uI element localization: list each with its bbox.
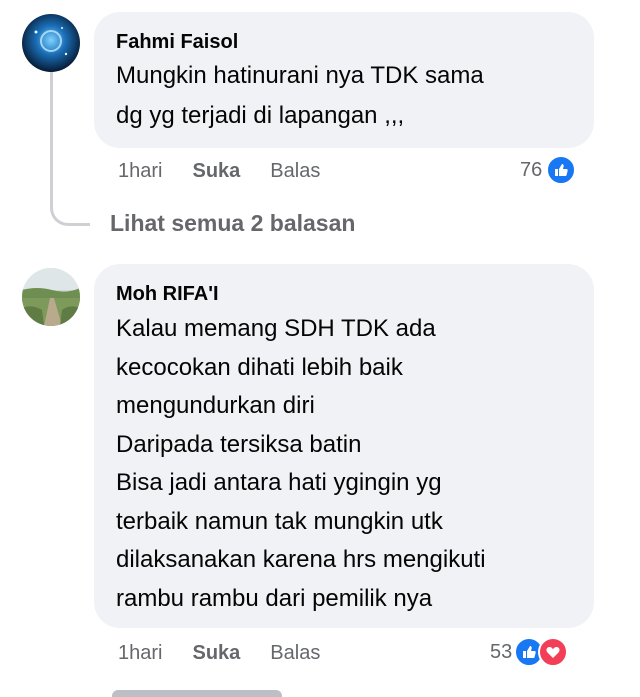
reaction-count: 53 [490, 640, 513, 663]
comment-time[interactable]: 1hari [118, 160, 162, 182]
comment-meta: 1hari Suka Balas [118, 642, 320, 665]
comment-text: Kalau memang SDH TDK ada kecocokan dihat… [116, 315, 486, 612]
avatar[interactable] [22, 14, 80, 72]
comment-meta: 1hari Suka Balas [118, 160, 320, 183]
comment-author[interactable]: Moh RIFA'I [116, 282, 574, 306]
like-button[interactable]: Suka [192, 642, 240, 664]
reply-button[interactable]: Balas [270, 642, 320, 664]
reaction-summary[interactable]: 76 [520, 155, 577, 185]
thread-line-curve [50, 186, 90, 226]
avatar[interactable] [22, 268, 80, 326]
reply-button[interactable]: Balas [270, 160, 320, 182]
comment-text: Mungkin hatinurani nya TDK sama dg yg te… [116, 62, 484, 129]
comment-bubble: Fahmi Faisol Mungkin hatinurani nya TDK … [94, 12, 594, 148]
like-icon [546, 155, 577, 185]
reaction-summary[interactable]: 53 [490, 637, 569, 667]
reaction-count: 76 [520, 158, 543, 181]
comment-bubble: Moh RIFA'I Kalau memang SDH TDK ada keco… [94, 264, 594, 628]
next-comment-fragment [112, 690, 282, 697]
like-button[interactable]: Suka [192, 160, 240, 182]
view-all-replies-link[interactable]: Lihat semua 2 balasan [110, 210, 355, 237]
comment-time[interactable]: 1hari [118, 642, 162, 664]
comment-author[interactable]: Fahmi Faisol [116, 30, 574, 54]
love-icon [538, 637, 569, 667]
